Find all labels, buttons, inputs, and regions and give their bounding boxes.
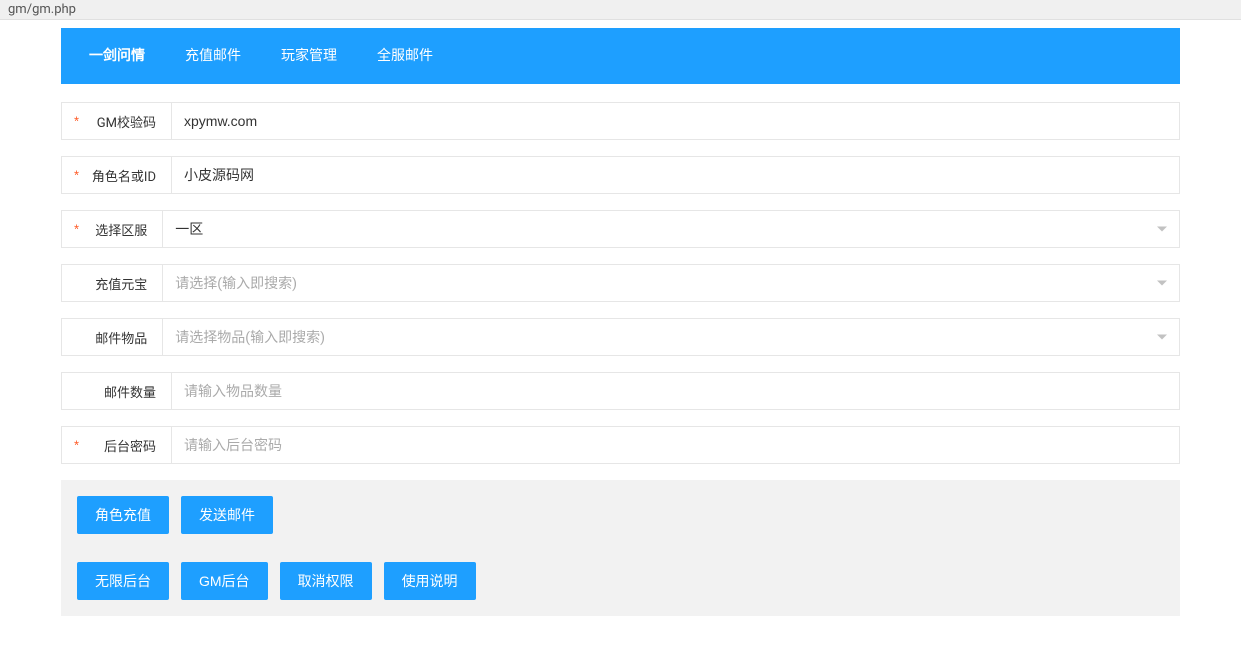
url-path-text: gm/gm.php xyxy=(8,2,76,17)
mailqty-input[interactable] xyxy=(172,373,1179,409)
nav-tab-label: 玩家管理 xyxy=(281,48,337,64)
gm-backend-button[interactable]: GM后台 xyxy=(181,562,268,600)
form-label-password: 后台密码 xyxy=(62,427,172,463)
label-text: 邮件数量 xyxy=(104,382,156,401)
roleid-input[interactable] xyxy=(172,157,1179,193)
button-label: 使用说明 xyxy=(402,573,458,589)
usage-guide-button[interactable]: 使用说明 xyxy=(384,562,476,600)
nav-tab-chongzhiyoujian[interactable]: 充值邮件 xyxy=(165,28,261,84)
form-label-gmcode: GM校验码 xyxy=(62,103,172,139)
form-row-mailqty: 邮件数量 xyxy=(61,372,1180,410)
form-input-wrap xyxy=(172,427,1179,463)
form-input-wrap xyxy=(172,157,1179,193)
button-label: 角色充值 xyxy=(95,507,151,523)
button-label: 取消权限 xyxy=(298,573,354,589)
password-input[interactable] xyxy=(172,427,1179,463)
label-text: 选择区服 xyxy=(95,220,147,239)
form-label-mailqty: 邮件数量 xyxy=(62,373,172,409)
select-value: 一区 xyxy=(175,219,203,239)
label-text: 角色名或ID xyxy=(92,166,156,185)
nav-tab-label: 一剑问情 xyxy=(89,48,145,64)
label-text: GM校验码 xyxy=(97,112,156,131)
cancel-perm-button[interactable]: 取消权限 xyxy=(280,562,372,600)
button-label: GM后台 xyxy=(199,573,250,589)
server-select[interactable]: 一区 xyxy=(163,211,1179,247)
url-bar: gm/gm.php xyxy=(0,0,1241,20)
send-mail-button[interactable]: 发送邮件 xyxy=(181,496,273,534)
nav-tab-yijianwenqing[interactable]: 一剑问情 xyxy=(69,28,165,84)
gmcode-input[interactable] xyxy=(172,103,1179,139)
form-input-wrap xyxy=(172,103,1179,139)
nav-tab-label: 充值邮件 xyxy=(185,48,241,64)
role-recharge-button[interactable]: 角色充值 xyxy=(77,496,169,534)
form-row-mailitem: 邮件物品 请选择物品(输入即搜索) xyxy=(61,318,1180,356)
nav-tabs: 一剑问情 充值邮件 玩家管理 全服邮件 xyxy=(61,28,1180,84)
chevron-down-icon xyxy=(1157,227,1167,232)
form-input-wrap xyxy=(172,373,1179,409)
button-row-1: 角色充值 发送邮件 xyxy=(77,496,1164,534)
main-container: 一剑问情 充值邮件 玩家管理 全服邮件 GM校验码 角色名或ID xyxy=(53,28,1188,616)
button-block: 角色充值 发送邮件 无限后台 GM后台 取消权限 使用说明 xyxy=(61,480,1180,616)
mailitem-select[interactable]: 请选择物品(输入即搜索) xyxy=(163,319,1179,355)
button-row-2: 无限后台 GM后台 取消权限 使用说明 xyxy=(77,562,1164,600)
yuanbao-select[interactable]: 请选择(输入即搜索) xyxy=(163,265,1179,301)
nav-tab-quanfuyoujian[interactable]: 全服邮件 xyxy=(357,28,453,84)
nav-tab-wanjiaguanli[interactable]: 玩家管理 xyxy=(261,28,357,84)
button-label: 发送邮件 xyxy=(199,507,255,523)
label-text: 充值元宝 xyxy=(95,274,147,293)
form-row-password: 后台密码 xyxy=(61,426,1180,464)
chevron-down-icon xyxy=(1157,281,1167,286)
label-text: 邮件物品 xyxy=(95,328,147,347)
form-wrapper: GM校验码 角色名或ID 选择区服 一区 充值元 xyxy=(61,102,1180,464)
form-row-server: 选择区服 一区 xyxy=(61,210,1180,248)
unlimited-backend-button[interactable]: 无限后台 xyxy=(77,562,169,600)
form-label-roleid: 角色名或ID xyxy=(62,157,172,193)
form-row-gmcode: GM校验码 xyxy=(61,102,1180,140)
form-label-server: 选择区服 xyxy=(62,211,163,247)
select-placeholder: 请选择物品(输入即搜索) xyxy=(175,327,325,347)
nav-tab-label: 全服邮件 xyxy=(377,48,433,64)
form-label-yuanbao: 充值元宝 xyxy=(62,265,163,301)
select-placeholder: 请选择(输入即搜索) xyxy=(175,273,297,293)
form-row-yuanbao: 充值元宝 请选择(输入即搜索) xyxy=(61,264,1180,302)
form-label-mailitem: 邮件物品 xyxy=(62,319,163,355)
form-row-roleid: 角色名或ID xyxy=(61,156,1180,194)
button-label: 无限后台 xyxy=(95,573,151,589)
chevron-down-icon xyxy=(1157,335,1167,340)
label-text: 后台密码 xyxy=(104,436,156,455)
